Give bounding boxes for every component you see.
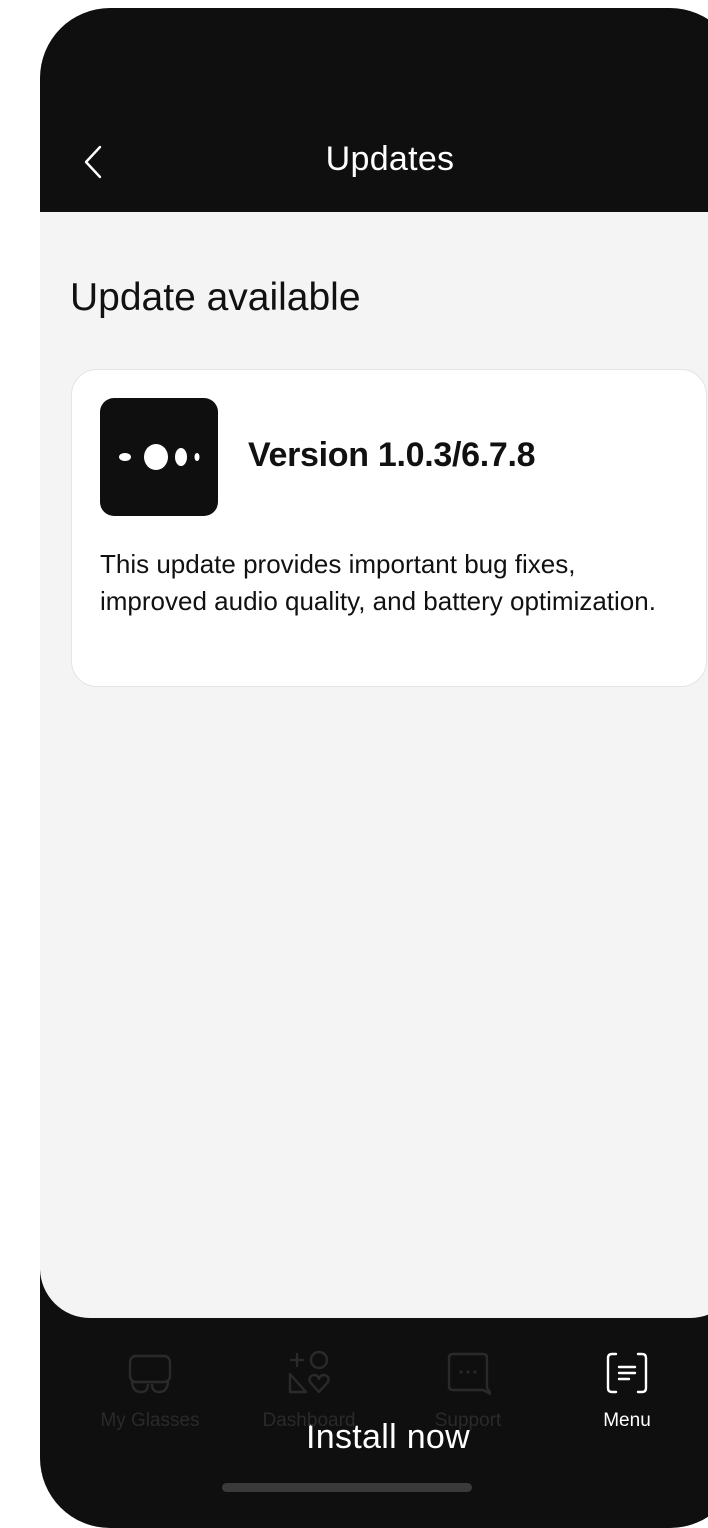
section-title: Update available (70, 276, 361, 319)
update-description: This update provides important bug fixes… (100, 549, 656, 616)
tab-dashboard[interactable]: Dashboard (239, 1348, 379, 1432)
tab-label: Dashboard (262, 1410, 356, 1431)
tab-label: Menu (603, 1410, 651, 1431)
tab-label: Support (434, 1410, 502, 1431)
tab-my-glasses[interactable]: My Glasses (80, 1348, 220, 1432)
update-card: Version 1.0.3/6.7.8 This update provides… (71, 369, 707, 687)
phone-frame: Updates Update available Version 1.0.3/6… (40, 8, 708, 1528)
chat-bubble-icon (447, 1352, 491, 1396)
glasses-icon (128, 1354, 172, 1394)
page-title: Updates (325, 140, 455, 178)
content-area: Update available Version 1.0.3/6.7.8 Thi… (40, 212, 708, 1496)
menu-icon (606, 1352, 648, 1394)
version-label: Version 1.0.3/6.7.8 (248, 436, 536, 474)
tab-label: My Glasses (100, 1410, 200, 1431)
bottom-tab-bar: My Glasses Dashboard Support Menu (40, 1348, 708, 1448)
tab-support[interactable]: Support (398, 1348, 538, 1432)
tab-menu[interactable]: Menu (557, 1348, 697, 1432)
home-indicator[interactable] (222, 1483, 472, 1492)
dashboard-icon (288, 1350, 330, 1394)
device-logo-icon (100, 398, 218, 516)
